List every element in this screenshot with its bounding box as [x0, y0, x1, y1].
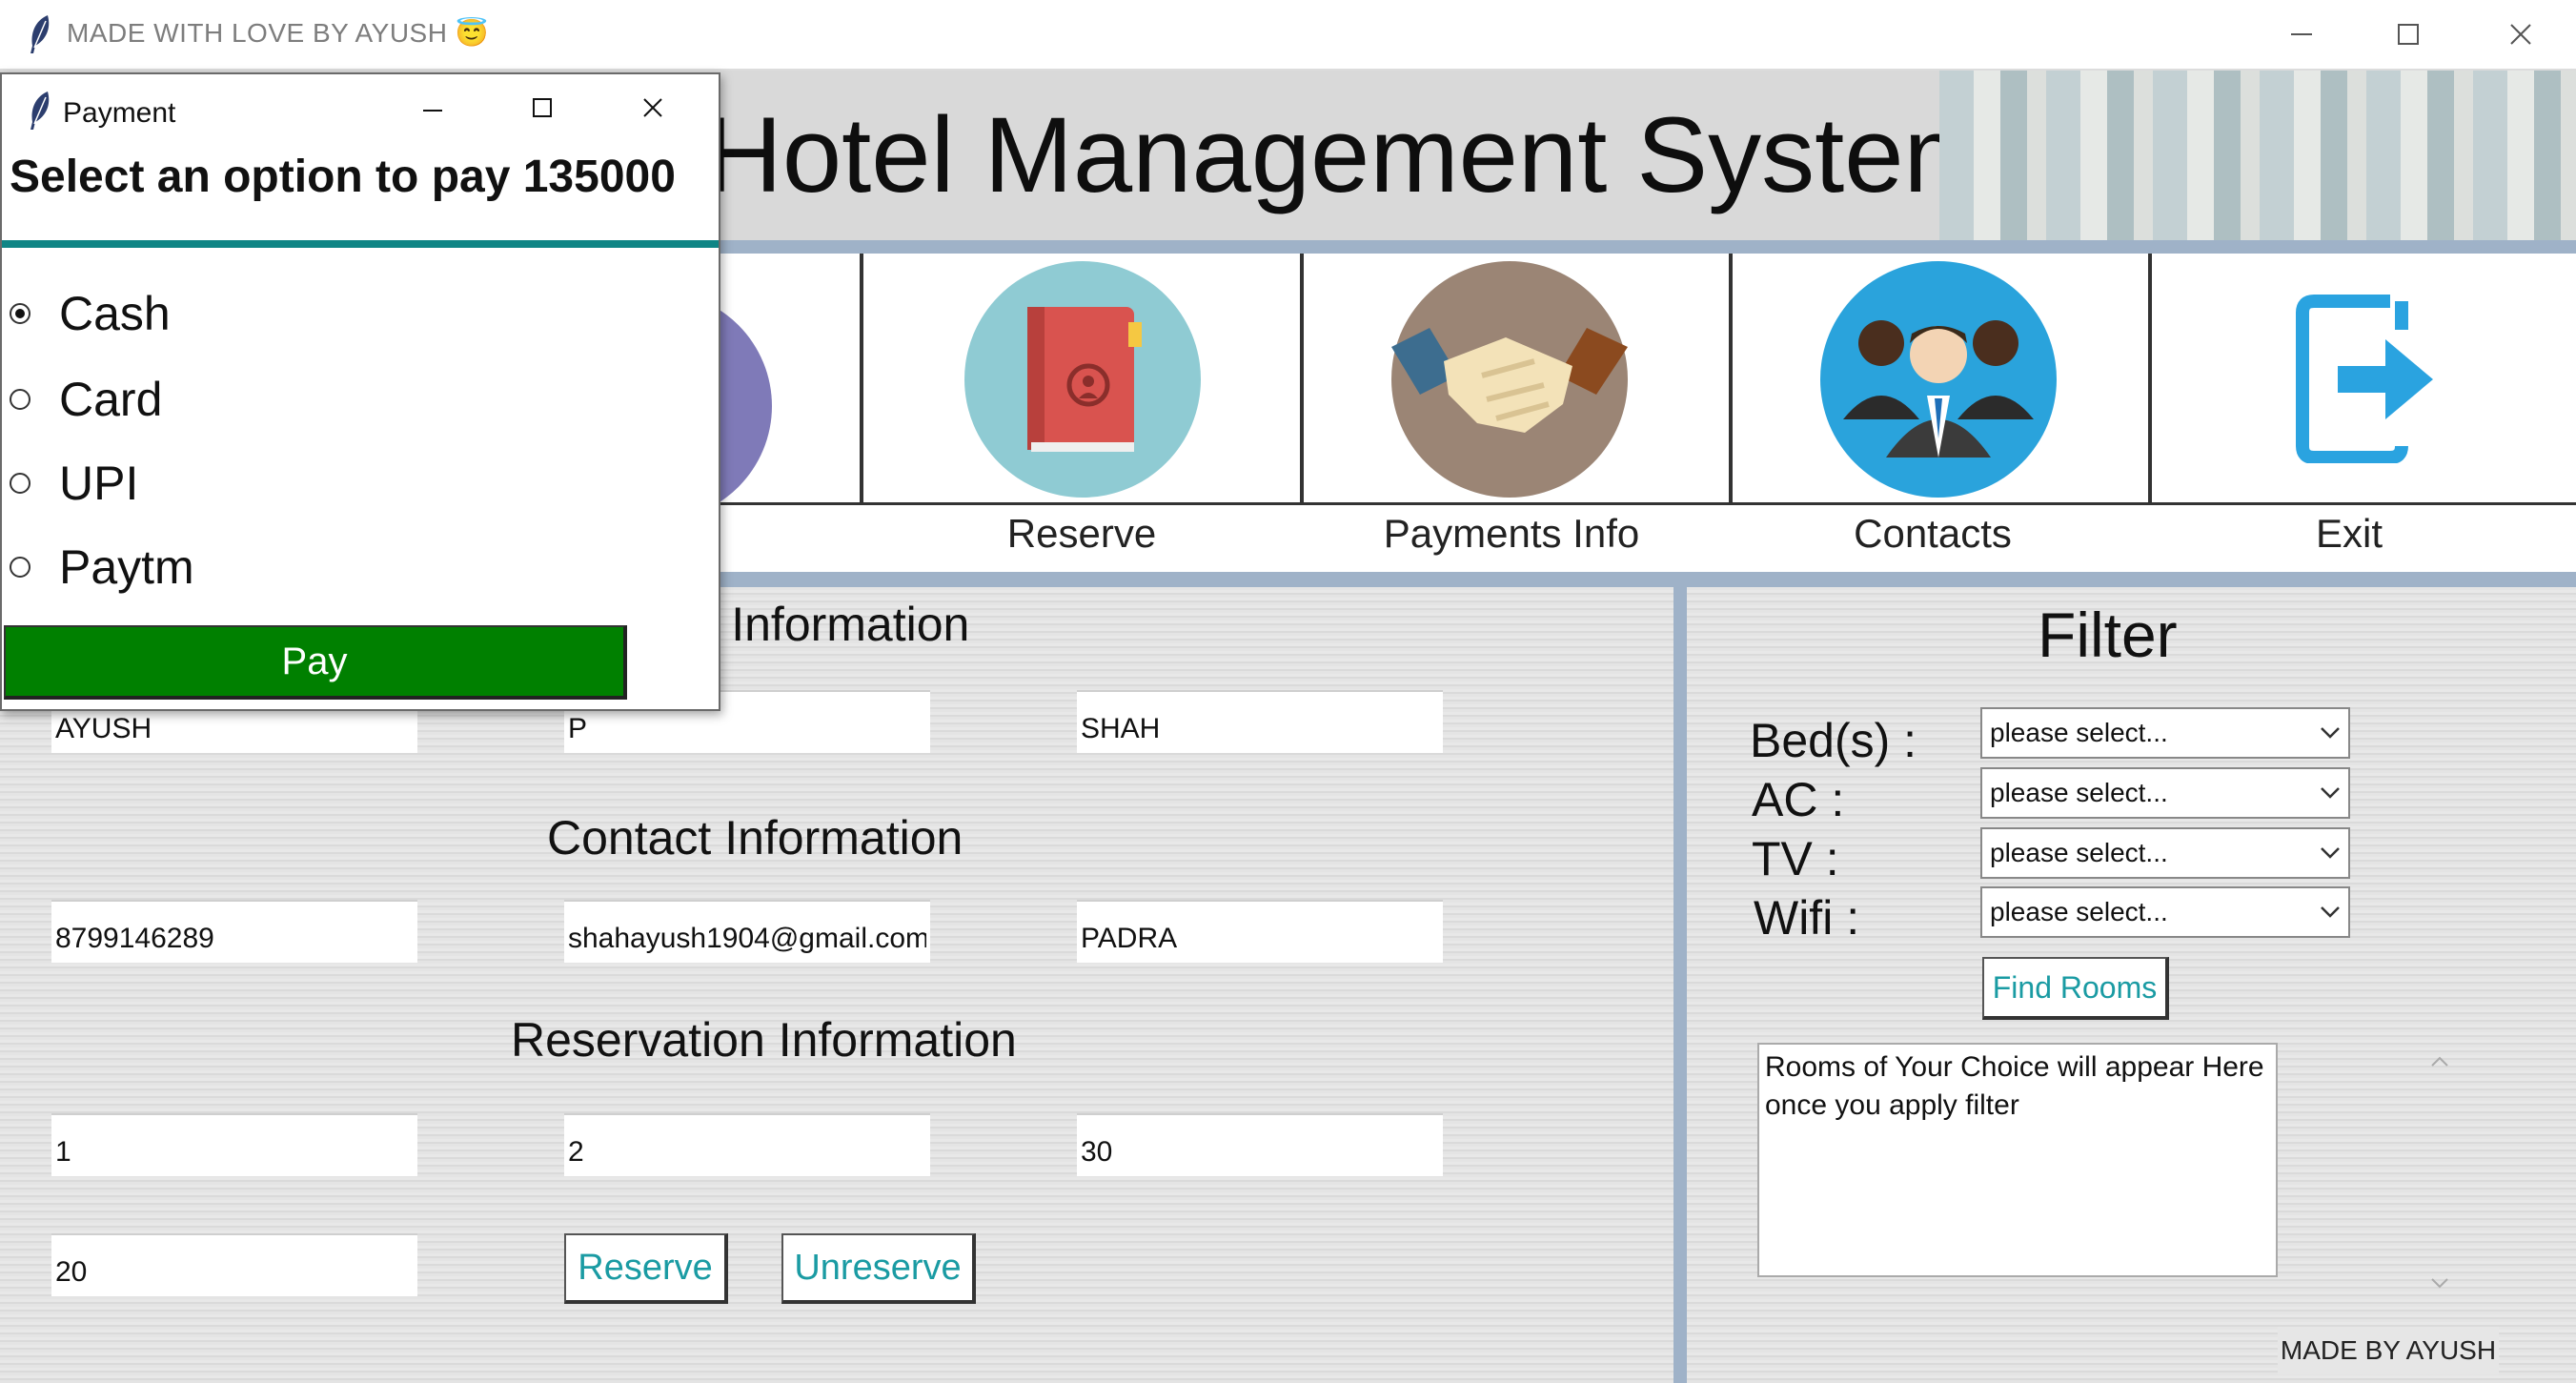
panel-divider	[1673, 587, 1687, 1383]
nav-exit-label: Exit	[2315, 511, 2383, 556]
nav-reserve-button[interactable]: Reserve	[863, 254, 1300, 572]
notebook-icon	[964, 261, 1201, 498]
wifi-label: Wifi :	[1754, 891, 1860, 945]
nav-exit-button[interactable]: Exit	[2152, 254, 2576, 572]
dialog-accent-bar	[2, 240, 719, 248]
reservation-field-4[interactable]	[51, 1233, 417, 1296]
payment-prompt: Select an option to pay 135000	[10, 152, 676, 202]
chevron-down-icon	[2321, 906, 2340, 918]
option-card-label: Card	[59, 373, 163, 426]
city-field[interactable]	[1077, 900, 1443, 963]
tv-label: TV :	[1752, 832, 1839, 885]
radio-cash[interactable]	[10, 303, 30, 324]
people-icon	[1820, 261, 2057, 498]
filter-heading: Filter	[2038, 600, 2178, 670]
maximize-button[interactable]	[2365, 6, 2451, 63]
ac-label: AC :	[1752, 773, 1845, 826]
option-paytm[interactable]: Paytm	[10, 539, 194, 595]
contact-info-heading: Contact Information	[547, 811, 963, 864]
dialog-minimize-button[interactable]	[421, 92, 465, 130]
chevron-down-icon	[2321, 847, 2340, 859]
wifi-select[interactable]: please select...	[1980, 886, 2350, 938]
radio-card[interactable]	[10, 389, 30, 410]
wifi-select-value: please select...	[1990, 897, 2168, 926]
reservation-field-2[interactable]	[564, 1113, 930, 1176]
email-field[interactable]	[564, 900, 930, 963]
option-paytm-label: Paytm	[59, 540, 194, 594]
pay-button[interactable]: Pay	[4, 625, 627, 700]
main-titlebar: MADE WITH LOVE BY AYUSH 😇	[0, 0, 2576, 69]
header-stripes	[1939, 71, 2576, 240]
handshake-icon	[1391, 261, 1628, 498]
last-name-field[interactable]	[1077, 690, 1443, 753]
window-title: MADE WITH LOVE BY AYUSH 😇	[67, 18, 490, 48]
scroll-up-icon[interactable]	[2430, 1056, 2449, 1068]
chevron-down-icon	[2321, 787, 2340, 799]
close-button[interactable]	[2478, 6, 2564, 63]
feather-icon	[25, 90, 53, 136]
radio-upi[interactable]	[10, 473, 30, 494]
reservation-field-1[interactable]	[51, 1113, 417, 1176]
option-cash-label: Cash	[59, 287, 171, 340]
exit-icon	[2295, 292, 2447, 468]
nav-contacts-button[interactable]: Contacts	[1733, 254, 2148, 572]
dialog-close-button[interactable]	[642, 97, 680, 135]
ac-select-value: please select...	[1990, 778, 2168, 807]
reserve-button[interactable]: Reserve	[564, 1233, 728, 1304]
tv-select-value: please select...	[1990, 838, 2168, 867]
option-upi-label: UPI	[59, 457, 139, 510]
payment-dialog: Payment Select an option to pay 135000 C…	[0, 72, 720, 711]
beds-select-value: please select...	[1990, 718, 2168, 747]
nav-payments-label: Payments Info	[1383, 511, 1640, 556]
option-upi[interactable]: UPI	[10, 456, 138, 511]
reservation-info-heading: Reservation Information	[511, 1013, 1017, 1067]
minimize-button[interactable]	[2259, 6, 2344, 63]
ac-select[interactable]: please select...	[1980, 767, 2350, 819]
find-rooms-button[interactable]: Find Rooms	[1982, 957, 2169, 1020]
chevron-down-icon	[2321, 727, 2340, 739]
option-cash[interactable]: Cash	[10, 286, 171, 341]
tv-select[interactable]: please select...	[1980, 827, 2350, 879]
rooms-result-text[interactable]: Rooms of Your Choice will appear Here on…	[1757, 1043, 2278, 1277]
nav-reserve-label: Reserve	[1006, 511, 1157, 556]
beds-label: Bed(s) :	[1750, 714, 1917, 767]
dialog-title: Payment	[63, 97, 176, 129]
reservation-field-3[interactable]	[1077, 1113, 1443, 1176]
radio-paytm[interactable]	[10, 557, 30, 578]
feather-icon	[25, 13, 53, 60]
nav-contacts-label: Contacts	[1854, 511, 2012, 556]
scroll-down-icon[interactable]	[2430, 1277, 2449, 1289]
nav-payments-button[interactable]: Payments Info	[1304, 254, 1729, 572]
dialog-maximize-button[interactable]	[532, 97, 570, 135]
unreserve-button[interactable]: Unreserve	[781, 1233, 976, 1304]
results-scrollbar[interactable]	[2421, 1043, 2459, 1306]
app-title: Hotel Management System	[705, 95, 1993, 214]
phone-field[interactable]	[51, 900, 417, 963]
footer-credit: MADE BY AYUSH	[2278, 1327, 2499, 1374]
option-card[interactable]: Card	[10, 372, 162, 427]
beds-select[interactable]: please select...	[1980, 707, 2350, 759]
